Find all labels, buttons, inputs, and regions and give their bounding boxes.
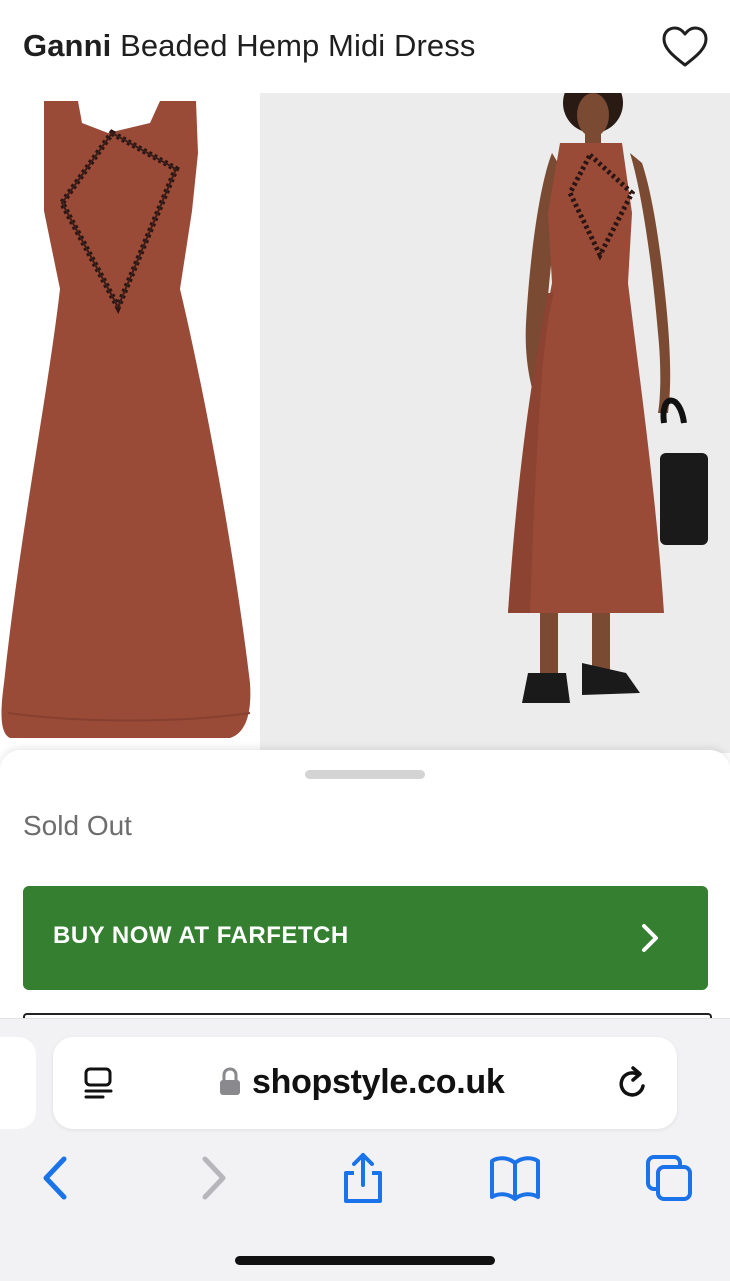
product-header: Ganni Beaded Hemp Midi Dress: [0, 12, 730, 84]
heart-icon[interactable]: [660, 24, 710, 70]
status-badge: Sold Out: [23, 810, 132, 841]
product-name: Beaded Hemp Midi Dress: [120, 28, 476, 63]
buy-now-label: BUY NOW AT FARFETCH: [53, 922, 349, 949]
lock-icon: [220, 1067, 240, 1095]
product-image-flat[interactable]: [0, 93, 258, 753]
product-sheet: Sold Out BUY NOW AT FARFETCH: [0, 750, 730, 1055]
brand-name: Ganni: [23, 28, 112, 63]
previous-tab-preview[interactable]: [0, 1037, 36, 1129]
sheet-grabber[interactable]: [305, 770, 425, 779]
reader-icon[interactable]: [81, 1065, 117, 1101]
forward-icon[interactable]: [185, 1149, 239, 1207]
bookmarks-icon[interactable]: [488, 1149, 542, 1207]
status-strip: [0, 0, 730, 8]
product-image-model[interactable]: [260, 73, 730, 753]
page-title: Ganni Beaded Hemp Midi Dress: [23, 28, 475, 64]
product-gallery[interactable]: [0, 73, 730, 753]
home-indicator: [235, 1256, 495, 1265]
reload-icon[interactable]: [615, 1064, 651, 1102]
browser-chrome: shopstyle.co.uk: [0, 1018, 730, 1281]
browser-toolbar: [0, 1149, 730, 1209]
url-text[interactable]: shopstyle.co.uk: [252, 1063, 505, 1102]
back-icon[interactable]: [30, 1149, 84, 1207]
chevron-right-icon: [642, 924, 658, 952]
buy-now-button[interactable]: BUY NOW AT FARFETCH: [23, 886, 708, 990]
address-bar[interactable]: shopstyle.co.uk: [53, 1037, 677, 1129]
share-icon[interactable]: [336, 1149, 390, 1207]
tabs-icon[interactable]: [642, 1149, 696, 1207]
